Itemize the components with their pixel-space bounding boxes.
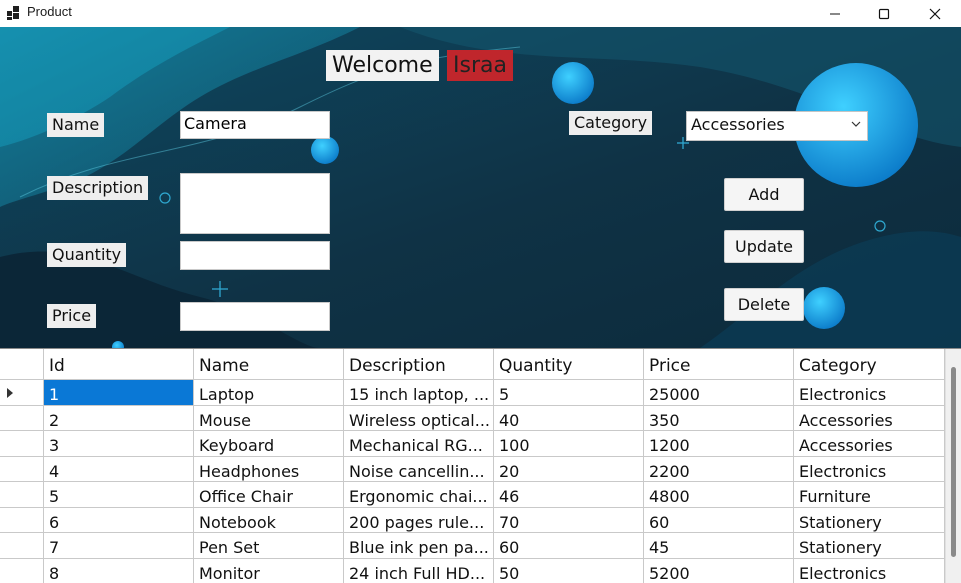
cell-price[interactable]: 1200	[644, 431, 794, 457]
description-label: Description	[47, 176, 149, 200]
cell-name[interactable]: Mouse	[194, 405, 344, 431]
cell-category[interactable]: Stationery	[794, 533, 945, 559]
close-button[interactable]	[912, 0, 958, 27]
cell-description[interactable]: 200 pages rule...	[344, 507, 494, 533]
row-header[interactable]	[0, 507, 44, 533]
close-icon	[929, 8, 941, 19]
category-dropdown[interactable]: Accessories	[686, 111, 868, 141]
cell-price[interactable]: 5200	[644, 558, 794, 583]
row-header[interactable]	[0, 558, 44, 583]
user-name-badge: Israa	[447, 50, 513, 81]
window-title: Product	[27, 4, 72, 19]
title-bar[interactable]: Product	[0, 0, 961, 27]
name-input[interactable]: Camera	[180, 111, 330, 139]
current-row-indicator-icon	[7, 388, 13, 398]
cell-name[interactable]: Office Chair	[194, 482, 344, 508]
column-header-price[interactable]: Price	[644, 349, 794, 380]
cell-quantity[interactable]: 100	[494, 431, 644, 457]
cell-quantity[interactable]: 70	[494, 507, 644, 533]
cell-quantity[interactable]: 40	[494, 405, 644, 431]
category-selected-value: Accessories	[691, 115, 785, 134]
row-header[interactable]	[0, 405, 44, 431]
cell-category[interactable]: Electronics	[794, 380, 945, 406]
cell-category[interactable]: Stationery	[794, 507, 945, 533]
scrollbar-thumb[interactable]	[951, 367, 956, 557]
chevron-down-icon	[851, 121, 861, 127]
maximize-icon	[878, 8, 890, 19]
column-header-name[interactable]: Name	[194, 349, 344, 380]
quantity-label: Quantity	[47, 243, 127, 267]
app-icon	[7, 6, 21, 20]
vertical-scrollbar[interactable]	[945, 349, 961, 583]
cell-category[interactable]: Accessories	[794, 405, 945, 431]
cell-price[interactable]: 4800	[644, 482, 794, 508]
row-header[interactable]	[0, 533, 44, 559]
delete-button[interactable]: Delete	[724, 288, 804, 321]
column-header-quantity[interactable]: Quantity	[494, 349, 644, 380]
cell-id[interactable]: 2	[44, 405, 194, 431]
cell-price[interactable]: 60	[644, 507, 794, 533]
minimize-icon	[830, 13, 840, 14]
price-input[interactable]	[180, 302, 330, 331]
cell-category[interactable]: Electronics	[794, 456, 945, 482]
cell-price[interactable]: 45	[644, 533, 794, 559]
cell-description[interactable]: 15 inch laptop, ...	[344, 380, 494, 406]
cell-id[interactable]: 8	[44, 558, 194, 583]
row-header[interactable]	[0, 380, 44, 406]
add-button[interactable]: Add	[724, 178, 804, 211]
quantity-input[interactable]	[180, 241, 330, 270]
cell-description[interactable]: Blue ink pen pa...	[344, 533, 494, 559]
cell-price[interactable]: 350	[644, 405, 794, 431]
column-header-category[interactable]: Category	[794, 349, 945, 380]
description-input[interactable]	[180, 173, 330, 234]
cell-id[interactable]: 6	[44, 507, 194, 533]
cell-category[interactable]: Accessories	[794, 431, 945, 457]
product-form: Welcome Israa Name Camera Description Qu…	[0, 27, 961, 348]
row-header[interactable]	[0, 456, 44, 482]
cell-name[interactable]: Pen Set	[194, 533, 344, 559]
cell-id[interactable]: 5	[44, 482, 194, 508]
cell-price[interactable]: 25000	[644, 380, 794, 406]
column-header-id[interactable]: Id	[44, 349, 194, 380]
cell-name[interactable]: Keyboard	[194, 431, 344, 457]
cell-id[interactable]: 1	[44, 380, 194, 406]
cell-name[interactable]: Laptop	[194, 380, 344, 406]
cell-name[interactable]: Monitor	[194, 558, 344, 583]
cell-quantity[interactable]: 50	[494, 558, 644, 583]
category-label: Category	[569, 111, 653, 135]
cell-description[interactable]: Wireless optical...	[344, 405, 494, 431]
price-label: Price	[47, 304, 97, 328]
cell-id[interactable]: 4	[44, 456, 194, 482]
cell-quantity[interactable]: 20	[494, 456, 644, 482]
cell-description[interactable]: Mechanical RG...	[344, 431, 494, 457]
minimize-button[interactable]	[812, 0, 858, 27]
products-grid[interactable]: Id Name Description Quantity Price Categ…	[0, 348, 961, 583]
row-header[interactable]	[0, 431, 44, 457]
cell-quantity[interactable]: 46	[494, 482, 644, 508]
welcome-label: Welcome	[326, 50, 439, 81]
cell-description[interactable]: Noise cancellin...	[344, 456, 494, 482]
name-label: Name	[47, 113, 105, 137]
cell-category[interactable]: Electronics	[794, 558, 945, 583]
cell-name[interactable]: Notebook	[194, 507, 344, 533]
cell-quantity[interactable]: 60	[494, 533, 644, 559]
row-header[interactable]	[0, 482, 44, 508]
cell-price[interactable]: 2200	[644, 456, 794, 482]
cell-description[interactable]: 24 inch Full HD...	[344, 558, 494, 583]
cell-id[interactable]: 3	[44, 431, 194, 457]
cell-description[interactable]: Ergonomic chai...	[344, 482, 494, 508]
cell-quantity[interactable]: 5	[494, 380, 644, 406]
cell-category[interactable]: Furniture	[794, 482, 945, 508]
cell-name[interactable]: Headphones	[194, 456, 344, 482]
update-button[interactable]: Update	[724, 230, 804, 263]
grid-corner-header[interactable]	[0, 349, 44, 380]
column-header-description[interactable]: Description	[344, 349, 494, 380]
maximize-button[interactable]	[861, 0, 907, 27]
product-window: Product Welcome Israa Name Camera Descri…	[0, 0, 961, 583]
cell-id[interactable]: 7	[44, 533, 194, 559]
